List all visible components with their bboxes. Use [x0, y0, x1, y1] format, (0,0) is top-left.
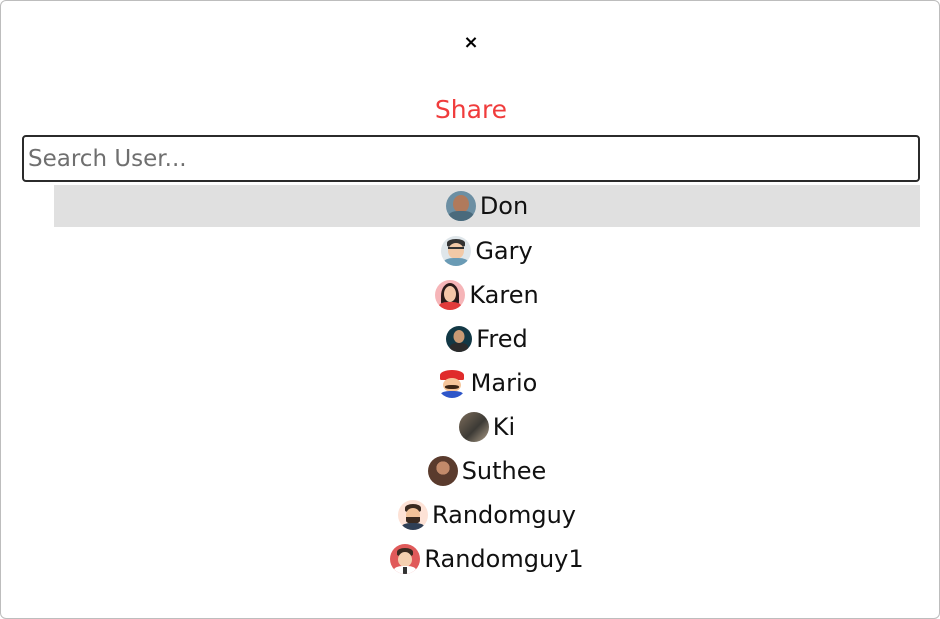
user-name: Ki	[492, 413, 516, 441]
user-item-suthee[interactable]: Suthee	[54, 449, 920, 493]
user-item-randomguy1[interactable]: Randomguy1	[54, 537, 920, 581]
user-name: Don	[479, 192, 529, 220]
share-modal: × Share Don Gary Karen	[0, 0, 940, 619]
randomguy1-avatar	[390, 544, 421, 574]
search-input[interactable]	[22, 135, 920, 182]
randomguy-avatar	[397, 500, 428, 530]
gary-avatar	[441, 236, 472, 266]
close-button[interactable]: ×	[459, 31, 483, 55]
user-item-fred[interactable]: Fred	[54, 317, 920, 361]
modal-title: Share	[434, 95, 508, 124]
user-name: Fred	[476, 325, 528, 353]
ki-avatar	[458, 412, 489, 442]
user-item-gary[interactable]: Gary	[54, 229, 920, 273]
user-list: Don Gary Karen Fred Mario Ki Suthee Rand…	[54, 185, 920, 581]
suthee-avatar	[427, 456, 458, 486]
karen-avatar	[435, 280, 466, 310]
mario-avatar	[436, 368, 467, 398]
user-item-don[interactable]: Don	[54, 185, 920, 227]
user-name: Randomguy	[431, 501, 576, 529]
user-name: Gary	[475, 237, 533, 265]
user-item-karen[interactable]: Karen	[54, 273, 920, 317]
user-item-mario[interactable]: Mario	[54, 361, 920, 405]
user-name: Mario	[470, 369, 538, 397]
user-name: Randomguy1	[424, 545, 584, 573]
fred-avatar	[446, 326, 473, 352]
user-item-randomguy[interactable]: Randomguy	[54, 493, 920, 537]
user-name: Karen	[469, 281, 539, 309]
don-avatar	[445, 191, 476, 221]
user-item-ki[interactable]: Ki	[54, 405, 920, 449]
user-name: Suthee	[461, 457, 547, 485]
